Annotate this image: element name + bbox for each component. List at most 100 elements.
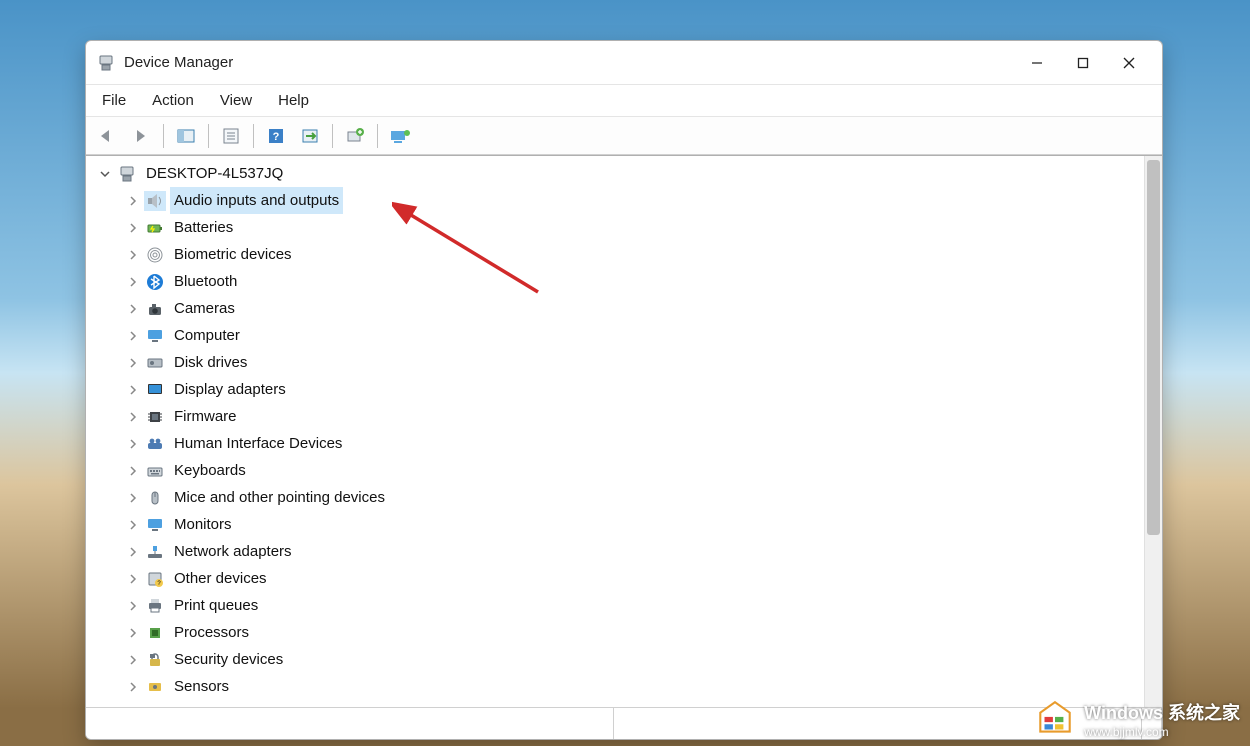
- chevron-right-icon[interactable]: [124, 300, 142, 318]
- root-icon: [116, 164, 138, 184]
- tree-node-sensor[interactable]: Sensors: [88, 673, 1142, 700]
- chevron-right-icon[interactable]: [124, 192, 142, 210]
- add-hardware-button[interactable]: [340, 122, 370, 150]
- unknown-icon: ?: [144, 569, 166, 589]
- properties-button[interactable]: [216, 122, 246, 150]
- titlebar: Device Manager: [86, 41, 1162, 85]
- chevron-down-icon[interactable]: [96, 165, 114, 183]
- tree-node-label: Network adapters: [170, 538, 296, 565]
- bluetooth-icon: [144, 272, 166, 292]
- cpu-icon: [144, 623, 166, 643]
- tree-node-chip[interactable]: Firmware: [88, 403, 1142, 430]
- tree-node-monitor[interactable]: Computer: [88, 322, 1142, 349]
- scrollbar-thumb[interactable]: [1147, 160, 1160, 535]
- chevron-right-icon[interactable]: [124, 516, 142, 534]
- chevron-right-icon[interactable]: [124, 462, 142, 480]
- chevron-right-icon[interactable]: [124, 219, 142, 237]
- chevron-right-icon[interactable]: [124, 570, 142, 588]
- tree-root-node[interactable]: DESKTOP-4L537JQ: [88, 160, 1142, 187]
- scan-hardware-button[interactable]: [295, 122, 325, 150]
- menu-file[interactable]: File: [90, 88, 138, 113]
- tree-node-camera[interactable]: Cameras: [88, 295, 1142, 322]
- chevron-right-icon[interactable]: [124, 435, 142, 453]
- toolbar: ?: [86, 117, 1162, 155]
- network-icon: [144, 542, 166, 562]
- tree-node-lock[interactable]: Security devices: [88, 646, 1142, 673]
- printer-icon: [144, 596, 166, 616]
- chevron-right-icon[interactable]: [124, 543, 142, 561]
- watermark-title: Windows 系统之家: [1084, 699, 1240, 725]
- watermark-logo-icon: [1034, 698, 1076, 740]
- tree-node-network[interactable]: Network adapters: [88, 538, 1142, 565]
- tree-node-display[interactable]: Display adapters: [88, 376, 1142, 403]
- tree-node-battery[interactable]: Batteries: [88, 214, 1142, 241]
- tree-node-label: Audio inputs and outputs: [170, 187, 343, 214]
- tree-node-label: DESKTOP-4L537JQ: [142, 160, 287, 187]
- tree-node-label: Firmware: [170, 403, 241, 430]
- tree-node-label: Monitors: [170, 511, 236, 538]
- show-hide-console-tree-button[interactable]: [171, 122, 201, 150]
- tree-node-hid[interactable]: Human Interface Devices: [88, 430, 1142, 457]
- sensor-icon: [144, 677, 166, 697]
- toolbar-separator: [332, 124, 333, 148]
- chevron-right-icon[interactable]: [124, 624, 142, 642]
- menubar: File Action View Help: [86, 85, 1162, 117]
- chevron-right-icon[interactable]: [124, 354, 142, 372]
- battery-icon: [144, 218, 166, 238]
- chevron-right-icon[interactable]: [124, 381, 142, 399]
- chevron-right-icon[interactable]: [124, 597, 142, 615]
- tree-node-fingerprint[interactable]: Biometric devices: [88, 241, 1142, 268]
- window-title: Device Manager: [124, 54, 233, 71]
- tree-node-label: Biometric devices: [170, 241, 296, 268]
- chevron-right-icon[interactable]: [124, 246, 142, 264]
- tree-node-keyboard[interactable]: Keyboards: [88, 457, 1142, 484]
- tree-node-mouse[interactable]: Mice and other pointing devices: [88, 484, 1142, 511]
- vertical-scrollbar[interactable]: [1144, 156, 1162, 707]
- display-icon: [144, 380, 166, 400]
- nav-forward-button[interactable]: [126, 122, 156, 150]
- toolbar-separator: [208, 124, 209, 148]
- tree-node-cpu[interactable]: Processors: [88, 619, 1142, 646]
- tree-node-speaker[interactable]: Audio inputs and outputs: [88, 187, 1142, 214]
- help-button[interactable]: ?: [261, 122, 291, 150]
- watermark: Windows 系统之家 www.bjjmlv.com: [1034, 698, 1240, 740]
- minimize-button[interactable]: [1014, 47, 1060, 79]
- tree-node-label: Cameras: [170, 295, 239, 322]
- chevron-right-icon[interactable]: [124, 489, 142, 507]
- menu-view[interactable]: View: [208, 88, 264, 113]
- tree-node-label: Display adapters: [170, 376, 290, 403]
- devices-by-connection-button[interactable]: [385, 122, 415, 150]
- fingerprint-icon: [144, 245, 166, 265]
- tree-node-monitor[interactable]: Monitors: [88, 511, 1142, 538]
- chevron-right-icon[interactable]: [124, 678, 142, 696]
- toolbar-separator: [163, 124, 164, 148]
- device-tree[interactable]: DESKTOP-4L537JQAudio inputs and outputsB…: [86, 156, 1144, 707]
- nav-back-button[interactable]: [92, 122, 122, 150]
- tree-node-printer[interactable]: Print queues: [88, 592, 1142, 619]
- device-manager-window: Device Manager File Action View Help: [85, 40, 1163, 740]
- tree-node-label: Security devices: [170, 646, 287, 673]
- lock-icon: [144, 650, 166, 670]
- tree-node-label: Keyboards: [170, 457, 250, 484]
- keyboard-icon: [144, 461, 166, 481]
- chevron-right-icon[interactable]: [124, 651, 142, 669]
- close-button[interactable]: [1106, 47, 1152, 79]
- tree-node-label: Human Interface Devices: [170, 430, 346, 457]
- menu-action[interactable]: Action: [140, 88, 206, 113]
- maximize-button[interactable]: [1060, 47, 1106, 79]
- menu-help[interactable]: Help: [266, 88, 321, 113]
- tree-node-unknown[interactable]: ?Other devices: [88, 565, 1142, 592]
- chevron-right-icon[interactable]: [124, 408, 142, 426]
- chip-icon: [144, 407, 166, 427]
- camera-icon: [144, 299, 166, 319]
- tree-node-label: Mice and other pointing devices: [170, 484, 389, 511]
- mouse-icon: [144, 488, 166, 508]
- tree-node-label: Print queues: [170, 592, 262, 619]
- monitor-icon: [144, 515, 166, 535]
- chevron-right-icon[interactable]: [124, 273, 142, 291]
- chevron-right-icon[interactable]: [124, 327, 142, 345]
- tree-node-bluetooth[interactable]: Bluetooth: [88, 268, 1142, 295]
- disk-icon: [144, 353, 166, 373]
- tree-node-disk[interactable]: Disk drives: [88, 349, 1142, 376]
- tree-node-label: Disk drives: [170, 349, 251, 376]
